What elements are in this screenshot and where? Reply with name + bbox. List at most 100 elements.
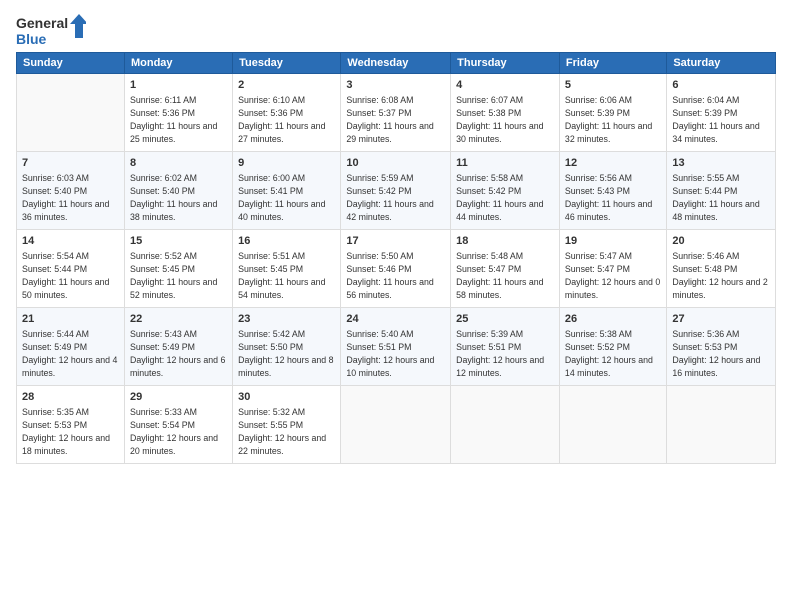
day-number: 20 xyxy=(672,234,770,249)
calendar-cell: 18Sunrise: 5:48 AMSunset: 5:47 PMDayligh… xyxy=(451,230,560,308)
day-number: 2 xyxy=(238,78,335,93)
svg-text:General: General xyxy=(16,15,68,31)
day-info: Sunrise: 5:43 AMSunset: 5:49 PMDaylight:… xyxy=(130,328,227,379)
day-number: 13 xyxy=(672,156,770,171)
day-number: 28 xyxy=(22,390,119,405)
calendar-cell: 12Sunrise: 5:56 AMSunset: 5:43 PMDayligh… xyxy=(559,152,666,230)
calendar-cell: 15Sunrise: 5:52 AMSunset: 5:45 PMDayligh… xyxy=(124,230,232,308)
calendar-cell: 17Sunrise: 5:50 AMSunset: 5:46 PMDayligh… xyxy=(341,230,451,308)
calendar-cell: 29Sunrise: 5:33 AMSunset: 5:54 PMDayligh… xyxy=(124,386,232,464)
calendar-cell: 13Sunrise: 5:55 AMSunset: 5:44 PMDayligh… xyxy=(667,152,776,230)
day-number: 30 xyxy=(238,390,335,405)
calendar-week-row: 14Sunrise: 5:54 AMSunset: 5:44 PMDayligh… xyxy=(17,230,776,308)
col-header-sunday: Sunday xyxy=(17,53,125,74)
day-info: Sunrise: 5:33 AMSunset: 5:54 PMDaylight:… xyxy=(130,406,227,457)
day-info: Sunrise: 5:52 AMSunset: 5:45 PMDaylight:… xyxy=(130,250,227,301)
day-info: Sunrise: 6:10 AMSunset: 5:36 PMDaylight:… xyxy=(238,94,335,145)
day-info: Sunrise: 5:44 AMSunset: 5:49 PMDaylight:… xyxy=(22,328,119,379)
day-info: Sunrise: 5:56 AMSunset: 5:43 PMDaylight:… xyxy=(565,172,661,223)
day-info: Sunrise: 6:11 AMSunset: 5:36 PMDaylight:… xyxy=(130,94,227,145)
day-number: 19 xyxy=(565,234,661,249)
calendar-cell xyxy=(341,386,451,464)
calendar-cell: 19Sunrise: 5:47 AMSunset: 5:47 PMDayligh… xyxy=(559,230,666,308)
calendar-cell: 22Sunrise: 5:43 AMSunset: 5:49 PMDayligh… xyxy=(124,308,232,386)
day-number: 17 xyxy=(346,234,445,249)
day-number: 18 xyxy=(456,234,554,249)
day-info: Sunrise: 5:58 AMSunset: 5:42 PMDaylight:… xyxy=(456,172,554,223)
calendar-week-row: 1Sunrise: 6:11 AMSunset: 5:36 PMDaylight… xyxy=(17,74,776,152)
day-info: Sunrise: 5:39 AMSunset: 5:51 PMDaylight:… xyxy=(456,328,554,379)
day-number: 21 xyxy=(22,312,119,327)
day-info: Sunrise: 6:03 AMSunset: 5:40 PMDaylight:… xyxy=(22,172,119,223)
calendar-table: SundayMondayTuesdayWednesdayThursdayFrid… xyxy=(16,52,776,464)
day-number: 5 xyxy=(565,78,661,93)
calendar-cell: 30Sunrise: 5:32 AMSunset: 5:55 PMDayligh… xyxy=(233,386,341,464)
calendar-cell: 7Sunrise: 6:03 AMSunset: 5:40 PMDaylight… xyxy=(17,152,125,230)
col-header-saturday: Saturday xyxy=(667,53,776,74)
day-number: 11 xyxy=(456,156,554,171)
day-number: 15 xyxy=(130,234,227,249)
day-number: 10 xyxy=(346,156,445,171)
day-number: 7 xyxy=(22,156,119,171)
day-info: Sunrise: 6:06 AMSunset: 5:39 PMDaylight:… xyxy=(565,94,661,145)
calendar-cell xyxy=(17,74,125,152)
day-info: Sunrise: 5:32 AMSunset: 5:55 PMDaylight:… xyxy=(238,406,335,457)
day-number: 24 xyxy=(346,312,445,327)
day-number: 26 xyxy=(565,312,661,327)
day-info: Sunrise: 6:07 AMSunset: 5:38 PMDaylight:… xyxy=(456,94,554,145)
day-number: 27 xyxy=(672,312,770,327)
calendar-cell: 23Sunrise: 5:42 AMSunset: 5:50 PMDayligh… xyxy=(233,308,341,386)
day-info: Sunrise: 5:46 AMSunset: 5:48 PMDaylight:… xyxy=(672,250,770,301)
day-info: Sunrise: 5:48 AMSunset: 5:47 PMDaylight:… xyxy=(456,250,554,301)
day-info: Sunrise: 6:04 AMSunset: 5:39 PMDaylight:… xyxy=(672,94,770,145)
col-header-wednesday: Wednesday xyxy=(341,53,451,74)
calendar-cell: 21Sunrise: 5:44 AMSunset: 5:49 PMDayligh… xyxy=(17,308,125,386)
day-info: Sunrise: 5:40 AMSunset: 5:51 PMDaylight:… xyxy=(346,328,445,379)
day-number: 4 xyxy=(456,78,554,93)
calendar-cell: 11Sunrise: 5:58 AMSunset: 5:42 PMDayligh… xyxy=(451,152,560,230)
calendar-cell: 26Sunrise: 5:38 AMSunset: 5:52 PMDayligh… xyxy=(559,308,666,386)
svg-text:Blue: Blue xyxy=(16,31,47,47)
col-header-monday: Monday xyxy=(124,53,232,74)
calendar-cell: 28Sunrise: 5:35 AMSunset: 5:53 PMDayligh… xyxy=(17,386,125,464)
calendar-cell: 3Sunrise: 6:08 AMSunset: 5:37 PMDaylight… xyxy=(341,74,451,152)
day-number: 8 xyxy=(130,156,227,171)
day-info: Sunrise: 5:35 AMSunset: 5:53 PMDaylight:… xyxy=(22,406,119,457)
header: General Blue xyxy=(16,12,776,48)
day-info: Sunrise: 5:42 AMSunset: 5:50 PMDaylight:… xyxy=(238,328,335,379)
col-header-friday: Friday xyxy=(559,53,666,74)
logo-svg: General Blue xyxy=(16,12,86,48)
day-number: 22 xyxy=(130,312,227,327)
calendar-cell: 6Sunrise: 6:04 AMSunset: 5:39 PMDaylight… xyxy=(667,74,776,152)
day-number: 9 xyxy=(238,156,335,171)
calendar-cell xyxy=(667,386,776,464)
calendar-week-row: 7Sunrise: 6:03 AMSunset: 5:40 PMDaylight… xyxy=(17,152,776,230)
calendar-cell: 8Sunrise: 6:02 AMSunset: 5:40 PMDaylight… xyxy=(124,152,232,230)
day-info: Sunrise: 5:47 AMSunset: 5:47 PMDaylight:… xyxy=(565,250,661,301)
day-info: Sunrise: 5:51 AMSunset: 5:45 PMDaylight:… xyxy=(238,250,335,301)
day-number: 6 xyxy=(672,78,770,93)
col-header-thursday: Thursday xyxy=(451,53,560,74)
day-info: Sunrise: 5:50 AMSunset: 5:46 PMDaylight:… xyxy=(346,250,445,301)
day-info: Sunrise: 5:38 AMSunset: 5:52 PMDaylight:… xyxy=(565,328,661,379)
day-info: Sunrise: 5:54 AMSunset: 5:44 PMDaylight:… xyxy=(22,250,119,301)
calendar-cell: 16Sunrise: 5:51 AMSunset: 5:45 PMDayligh… xyxy=(233,230,341,308)
day-info: Sunrise: 5:36 AMSunset: 5:53 PMDaylight:… xyxy=(672,328,770,379)
day-number: 3 xyxy=(346,78,445,93)
calendar-cell: 27Sunrise: 5:36 AMSunset: 5:53 PMDayligh… xyxy=(667,308,776,386)
day-number: 25 xyxy=(456,312,554,327)
calendar-cell: 14Sunrise: 5:54 AMSunset: 5:44 PMDayligh… xyxy=(17,230,125,308)
day-number: 16 xyxy=(238,234,335,249)
calendar-cell: 10Sunrise: 5:59 AMSunset: 5:42 PMDayligh… xyxy=(341,152,451,230)
day-info: Sunrise: 6:02 AMSunset: 5:40 PMDaylight:… xyxy=(130,172,227,223)
calendar-cell: 2Sunrise: 6:10 AMSunset: 5:36 PMDaylight… xyxy=(233,74,341,152)
day-number: 29 xyxy=(130,390,227,405)
logo: General Blue xyxy=(16,12,86,48)
calendar-cell xyxy=(451,386,560,464)
calendar-cell: 9Sunrise: 6:00 AMSunset: 5:41 PMDaylight… xyxy=(233,152,341,230)
calendar-header-row: SundayMondayTuesdayWednesdayThursdayFrid… xyxy=(17,53,776,74)
day-info: Sunrise: 5:59 AMSunset: 5:42 PMDaylight:… xyxy=(346,172,445,223)
day-number: 14 xyxy=(22,234,119,249)
day-number: 12 xyxy=(565,156,661,171)
calendar-cell: 24Sunrise: 5:40 AMSunset: 5:51 PMDayligh… xyxy=(341,308,451,386)
